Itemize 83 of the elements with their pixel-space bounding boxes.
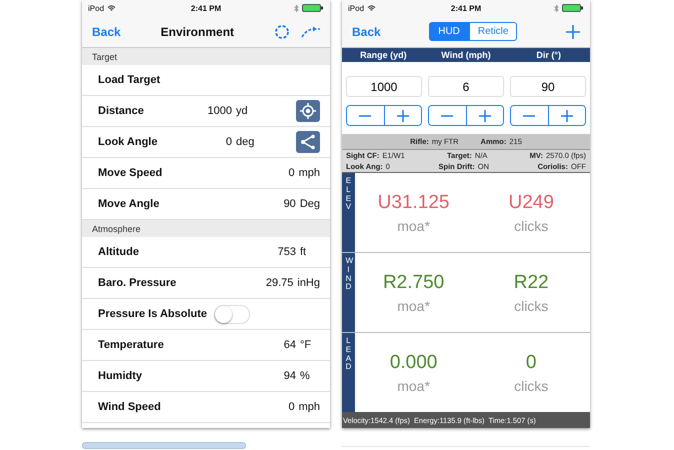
section-header: Atmosphere xyxy=(82,220,330,237)
setting-value[interactable]: 64 xyxy=(284,339,296,351)
setting-label: Move Angle xyxy=(98,198,160,210)
setting-label: Temperature xyxy=(98,339,165,351)
setting-value[interactable]: 0 xyxy=(288,167,295,179)
value-field[interactable]: 6 xyxy=(428,76,504,97)
setting-label: Move Speed xyxy=(98,167,164,179)
unit-label: inHg xyxy=(297,277,320,289)
bluetooth-icon xyxy=(294,4,299,12)
scroll-bar[interactable] xyxy=(82,442,246,449)
clicks-value: U249 xyxy=(508,192,554,214)
unit-label: clicks xyxy=(514,378,548,394)
segment-tab[interactable]: Reticle xyxy=(468,22,518,41)
moa-value: R2.750 xyxy=(382,272,444,294)
column-heading: Wind (mph) xyxy=(440,49,492,62)
screen-title: Environment xyxy=(160,24,236,38)
unit-label: clicks xyxy=(514,218,548,234)
row-side-label: LEAD xyxy=(342,333,355,412)
setting-value[interactable]: 1000 xyxy=(208,105,232,117)
row-side-label: WIND xyxy=(342,253,355,332)
setting-value[interactable]: 90 xyxy=(284,198,296,210)
unit-label: mph xyxy=(298,167,320,179)
stepper-control[interactable] xyxy=(346,105,422,126)
setting-value[interactable]: 0 xyxy=(226,136,232,148)
column-heading: Dir (°) xyxy=(535,49,562,62)
angle-button[interactable] xyxy=(296,131,320,153)
back-button[interactable]: Back xyxy=(92,24,121,38)
back-button[interactable]: Back xyxy=(352,24,381,38)
setting-label: Altitude xyxy=(98,246,140,258)
toggle-switch[interactable] xyxy=(214,304,250,324)
unit-label: °F xyxy=(300,339,312,351)
setting-value[interactable]: 29.75 xyxy=(266,277,294,289)
curved-arrow-icon[interactable] xyxy=(300,24,320,38)
plus-icon xyxy=(560,110,573,122)
status-time: 2:41 PM xyxy=(450,4,482,12)
unit-label: ft xyxy=(300,246,308,258)
unit-label: moa* xyxy=(397,218,430,234)
clicks-value: R22 xyxy=(514,272,549,294)
setting-label: Pressure Is Absolute xyxy=(98,308,208,320)
moa-value: U31.125 xyxy=(378,192,450,214)
clicks-value: 0 xyxy=(526,352,536,374)
dashed-circle-icon[interactable] xyxy=(274,24,290,40)
plus-button[interactable] xyxy=(384,106,421,125)
bluetooth-icon xyxy=(554,4,559,12)
battery-icon xyxy=(302,4,324,12)
setting-label: Baro. Pressure xyxy=(98,277,178,289)
add-icon[interactable] xyxy=(566,24,580,38)
unit-label: clicks xyxy=(514,298,548,314)
battery-icon xyxy=(562,4,584,12)
unit-label: deg xyxy=(236,136,256,148)
stepper-control[interactable] xyxy=(510,105,586,126)
setting-label: Look Angle xyxy=(98,136,158,148)
moa-value: 0.000 xyxy=(390,352,438,374)
unit-label: % xyxy=(300,370,311,382)
unit-label: yd xyxy=(236,105,249,117)
setting-value[interactable]: 0 xyxy=(288,401,295,413)
plus-button[interactable] xyxy=(548,106,585,125)
setting-value[interactable]: 753 xyxy=(278,246,296,258)
carrier-label: iPod xyxy=(348,4,364,12)
plus-icon xyxy=(396,110,409,122)
setting-label: Humidty xyxy=(98,370,143,382)
stepper-control[interactable] xyxy=(428,105,504,126)
wifi-icon xyxy=(367,4,376,12)
load-target-item[interactable]: Load Target xyxy=(98,74,320,86)
crosshair-button[interactable] xyxy=(296,100,320,122)
unit-label: mph xyxy=(298,401,320,413)
unit-label: moa* xyxy=(397,378,430,394)
value-field[interactable]: 90 xyxy=(510,76,586,97)
setting-label: Wind Speed xyxy=(98,401,162,413)
row-side-label: ELEV xyxy=(342,173,355,252)
setting-label: Distance xyxy=(98,105,145,117)
plus-icon xyxy=(478,110,491,122)
wifi-icon xyxy=(107,4,116,12)
column-heading: Range (yd) xyxy=(359,49,408,62)
section-header: Target xyxy=(82,48,330,65)
status-time: 2:41 PM xyxy=(190,4,222,12)
value-field[interactable]: 1000 xyxy=(346,76,422,97)
unit-label: moa* xyxy=(397,298,430,314)
segment-tab[interactable]: HUD xyxy=(429,22,469,41)
unit-label: Deg xyxy=(300,198,320,210)
carrier-label: iPod xyxy=(88,4,104,12)
setting-value[interactable]: 94 xyxy=(284,370,296,382)
plus-button[interactable] xyxy=(466,106,503,125)
